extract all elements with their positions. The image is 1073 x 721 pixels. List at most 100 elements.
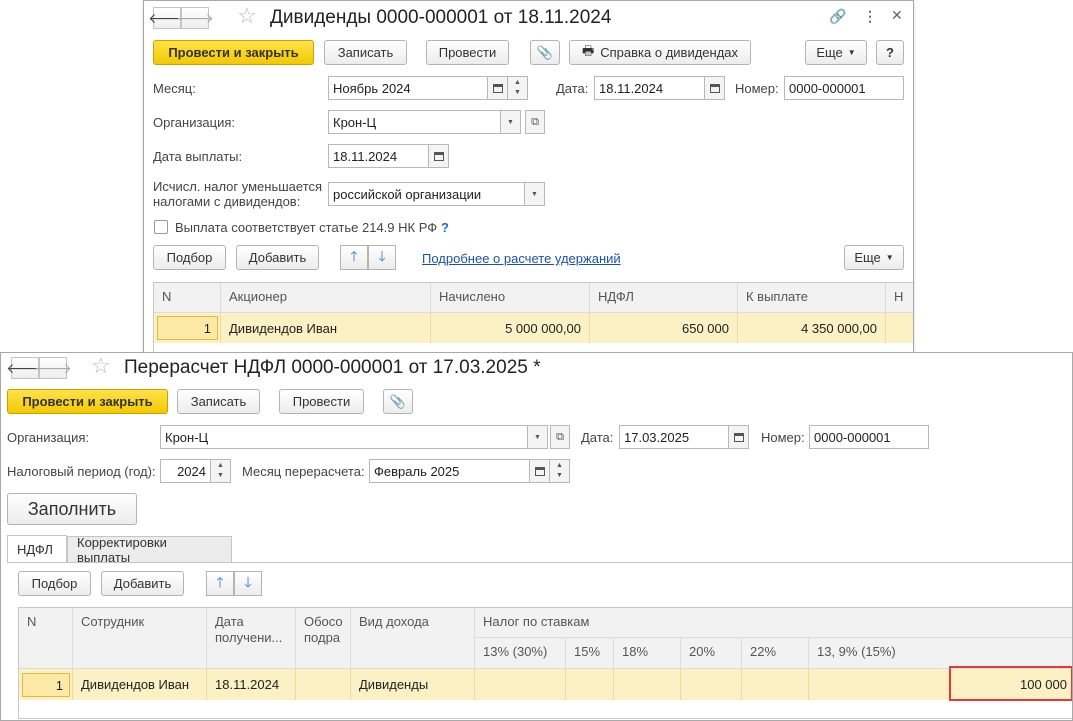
- more-vert-icon[interactable]: ⋮: [863, 8, 877, 25]
- favorite-star-icon[interactable]: ☆: [237, 3, 257, 29]
- move-up-button[interactable]: 🡑: [340, 245, 368, 270]
- column-group-header-tax-by-rates[interactable]: Налог по ставкам: [475, 608, 1072, 638]
- post-button[interactable]: Провести: [279, 389, 364, 414]
- tax-period-field[interactable]: 2024: [160, 459, 211, 483]
- move-down-button[interactable]: 🡓: [234, 571, 262, 596]
- row-n-value: 1: [157, 316, 218, 340]
- organization-dropdown-button[interactable]: ▼: [501, 110, 521, 134]
- column-header-rate-15[interactable]: 15%: [566, 638, 614, 669]
- column-header-rate-13-9-15[interactable]: 13, 9% (15%): [809, 638, 1072, 669]
- number-field[interactable]: 0000-000001: [784, 76, 904, 100]
- deduction-details-link[interactable]: Подробнее о расчете удержаний: [422, 251, 621, 266]
- spin-down-icon: ▼: [514, 89, 521, 96]
- row-rate-22: [742, 669, 809, 700]
- add-button[interactable]: Добавить: [236, 245, 319, 270]
- column-header-income-type[interactable]: Вид дохода: [351, 608, 475, 669]
- select-button[interactable]: Подбор: [153, 245, 226, 270]
- tax-reduce-dropdown-button[interactable]: ▼: [525, 182, 545, 206]
- tax-reduce-label-line1: Исчисл. налог уменьшается: [153, 179, 323, 194]
- post-and-close-button[interactable]: Провести и закрыть: [7, 389, 168, 414]
- column-header-ndfl[interactable]: НДФЛ: [590, 283, 738, 313]
- post-button[interactable]: Провести: [426, 40, 509, 65]
- arrow-down-icon: 🡓: [244, 573, 252, 590]
- post-and-close-button[interactable]: Провести и закрыть: [153, 40, 314, 65]
- column-header-rate-13-30[interactable]: 13% (30%): [475, 638, 566, 669]
- column-header-employee[interactable]: Сотрудник: [73, 608, 207, 669]
- calendar-icon: [709, 83, 720, 93]
- fill-button[interactable]: Заполнить: [7, 493, 137, 525]
- pay-date-calendar-button[interactable]: [429, 144, 449, 168]
- tab-payment-adjustments[interactable]: Корректировки выплаты: [67, 535, 232, 565]
- move-down-button[interactable]: 🡓: [368, 245, 396, 270]
- organization-field[interactable]: Крон-Ц: [160, 425, 528, 449]
- month-spinner[interactable]: ▲ ▼: [508, 76, 528, 100]
- month-field[interactable]: Ноябрь 2024: [328, 76, 488, 100]
- column-header-extra[interactable]: Н: [886, 283, 913, 313]
- month-calendar-button[interactable]: [488, 76, 508, 100]
- organization-open-button[interactable]: ⧉: [550, 425, 570, 449]
- table-more-button[interactable]: Еще ▼: [844, 245, 904, 270]
- column-header-receive-date[interactable]: Дата получени...: [207, 608, 296, 669]
- recalc-month-field[interactable]: Февраль 2025: [369, 459, 530, 483]
- printer-icon: 🖶: [581, 42, 595, 58]
- month-label: Месяц:: [153, 81, 196, 96]
- number-label: Номер:: [761, 430, 805, 445]
- date-calendar-button[interactable]: [705, 76, 725, 100]
- favorite-star-icon[interactable]: ☆: [91, 353, 111, 379]
- column-header-rate-22[interactable]: 22%: [742, 638, 809, 669]
- attach-button[interactable]: 📎: [530, 40, 560, 65]
- recalc-month-calendar-button[interactable]: [530, 459, 550, 483]
- organization-open-button[interactable]: ⧉: [525, 110, 545, 134]
- column-header-accrued[interactable]: Начислено: [431, 283, 590, 313]
- add-button[interactable]: Добавить: [101, 571, 184, 596]
- date-label: Дата:: [581, 430, 614, 445]
- date-field[interactable]: 17.03.2025: [619, 425, 729, 449]
- dropdown-arrow-icon: ▼: [531, 190, 538, 198]
- article-214-9-checkbox[interactable]: [154, 220, 168, 234]
- help-question-icon[interactable]: ?: [441, 220, 449, 235]
- column-header-shareholder[interactable]: Акционер: [221, 283, 431, 313]
- column-header-n[interactable]: N: [19, 608, 73, 669]
- move-up-button[interactable]: 🡑: [206, 571, 234, 596]
- paperclip-icon: 📎: [389, 393, 407, 409]
- arrow-up-icon: 🡑: [216, 573, 224, 590]
- organization-label: Организация:: [153, 115, 236, 130]
- column-header-n[interactable]: N: [154, 283, 221, 313]
- organization-field[interactable]: Крон-Ц: [328, 110, 501, 134]
- select-button[interactable]: Подбор: [18, 571, 91, 596]
- date-field[interactable]: 18.11.2024: [594, 76, 705, 100]
- column-header-subdivision[interactable]: Обосо подра: [296, 608, 351, 669]
- tab-ndfl[interactable]: НДФЛ: [7, 535, 67, 563]
- arrow-right-icon: 🡒: [34, 359, 72, 376]
- arrow-down-icon: 🡓: [378, 247, 386, 264]
- dividend-report-button[interactable]: 🖶 Справка о дивидендах: [569, 40, 751, 65]
- help-button[interactable]: ?: [876, 40, 904, 65]
- row-to-pay: 4 350 000,00: [738, 313, 886, 343]
- forward-button[interactable]: 🡒: [34, 357, 72, 379]
- tab-divider: [7, 562, 1072, 563]
- pay-date-field[interactable]: 18.11.2024: [328, 144, 429, 168]
- link-icon[interactable]: 🔗: [829, 8, 846, 25]
- number-field[interactable]: 0000-000001: [809, 425, 929, 449]
- tax-period-label: Налоговый период (год):: [7, 464, 156, 479]
- more-button[interactable]: Еще ▼: [805, 40, 867, 65]
- tax-reduce-field[interactable]: российской организации: [328, 182, 525, 206]
- row-extra: [886, 313, 913, 343]
- forward-button[interactable]: 🡒: [176, 7, 214, 29]
- recalc-month-spinner[interactable]: ▲ ▼: [550, 459, 570, 483]
- tax-period-spinner[interactable]: ▲ ▼: [211, 459, 231, 483]
- close-icon[interactable]: ✕: [891, 7, 903, 24]
- more-label: Еще: [816, 45, 843, 60]
- date-calendar-button[interactable]: [729, 425, 749, 449]
- spin-up-icon: ▲: [514, 79, 521, 86]
- column-header-rate-18[interactable]: 18%: [614, 638, 681, 669]
- column-header-rate-20[interactable]: 20%: [681, 638, 742, 669]
- write-button[interactable]: Записать: [177, 389, 260, 414]
- write-button[interactable]: Записать: [324, 40, 407, 65]
- column-header-to-pay[interactable]: К выплате: [738, 283, 886, 313]
- tax-reduce-label-line2: налогами с дивидендов:: [153, 194, 301, 209]
- dividend-report-label: Справка о дивидендах: [600, 45, 739, 60]
- attach-button[interactable]: 📎: [383, 389, 413, 414]
- organization-dropdown-button[interactable]: ▼: [528, 425, 548, 449]
- row-income-type: Дивиденды: [351, 669, 475, 700]
